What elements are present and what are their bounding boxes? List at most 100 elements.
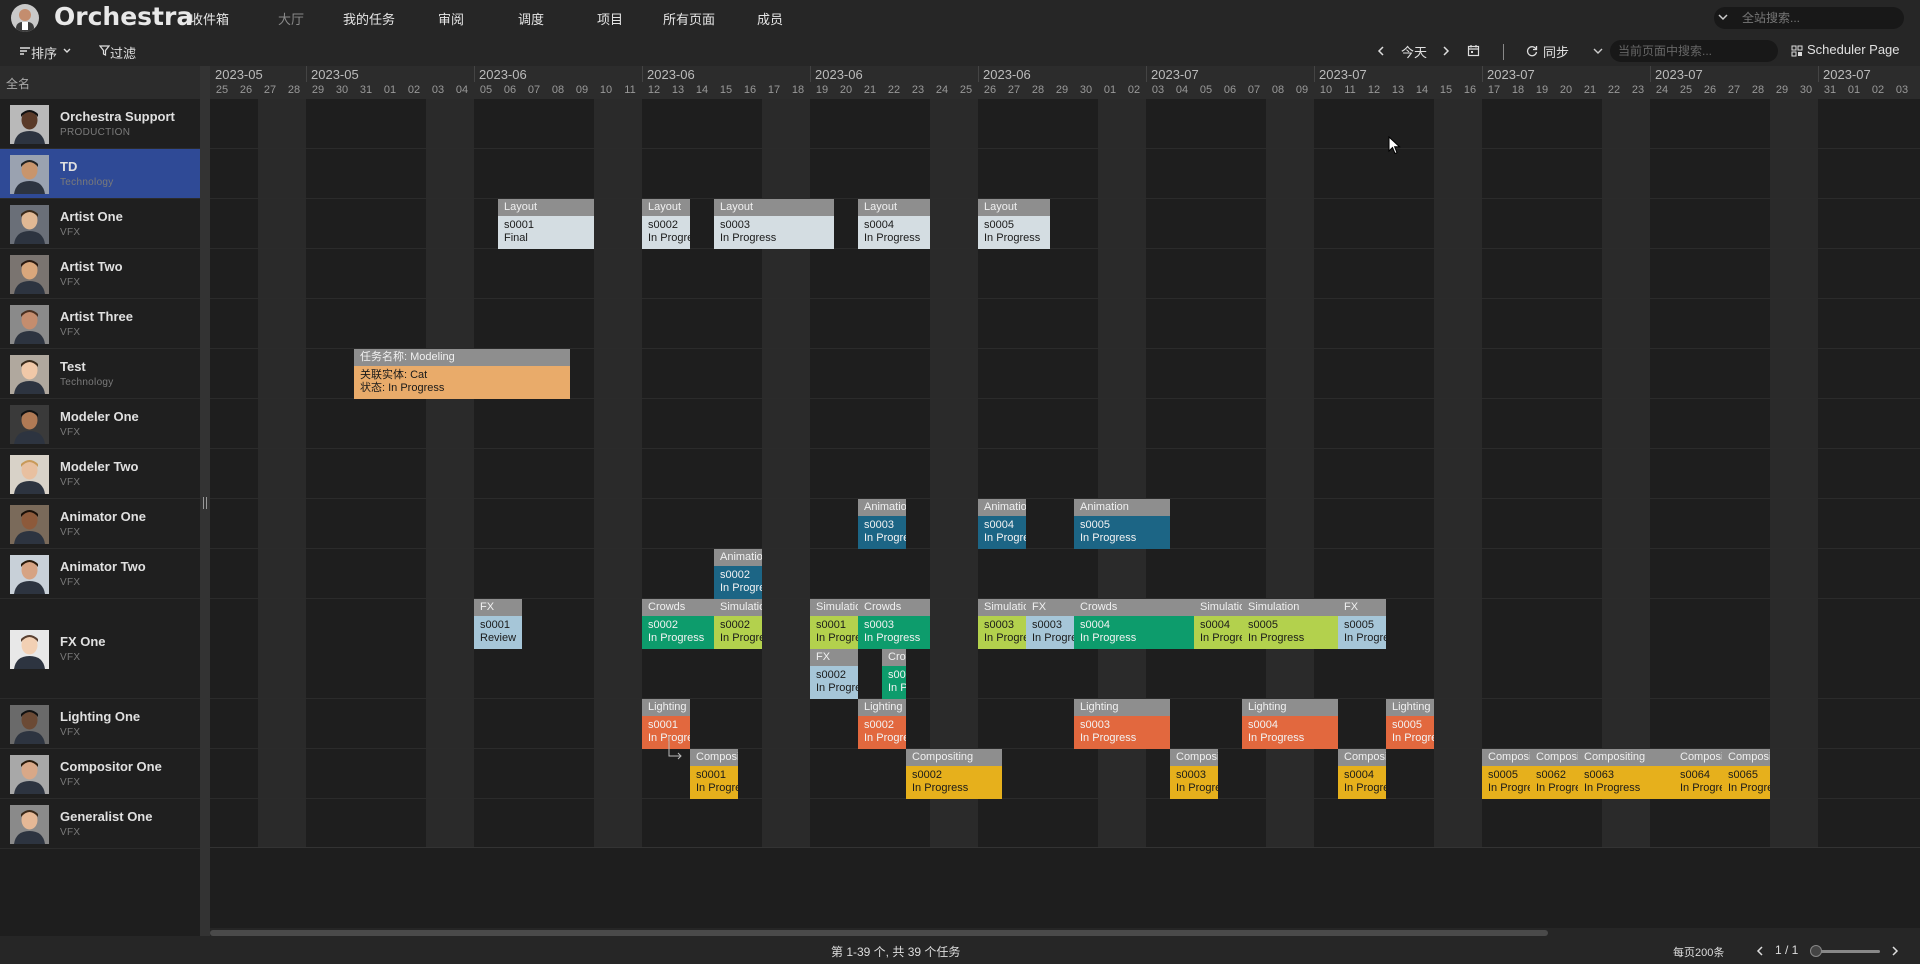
resource-row[interactable]: FX One VFX — [0, 599, 200, 699]
task-status: In Progress — [864, 532, 906, 544]
task-title: Layout — [498, 199, 594, 216]
resource-row[interactable]: Compositor One VFX — [0, 749, 200, 799]
task-bar[interactable]: Compositings0001In Progress — [690, 749, 738, 799]
task-bar[interactable]: Layout s0001 Final — [498, 199, 594, 249]
zoom-slider-handle[interactable] — [1810, 945, 1822, 957]
today-button[interactable]: 今天 — [1401, 42, 1427, 61]
resource-row[interactable]: Modeler One VFX — [0, 399, 200, 449]
task-bar[interactable]: Lighting s0004 In Progress — [1242, 699, 1338, 749]
day-label: 28 — [1031, 84, 1045, 96]
task-bar[interactable]: Layout s0005 In Progress — [978, 199, 1050, 249]
scheduler-page-link[interactable]: Scheduler Page — [1807, 42, 1900, 57]
nav-review[interactable]: 审阅 — [438, 9, 464, 28]
nav-all-pages[interactable]: 所有页面 — [663, 9, 715, 28]
resource-row[interactable]: Animator Two VFX — [0, 549, 200, 599]
task-body: s0003In Progress — [714, 216, 834, 249]
task-bar[interactable]: Animations0003In Progress — [858, 499, 906, 549]
zoom-slider[interactable] — [1812, 950, 1880, 953]
task-bar[interactable]: FXs0003In Progress — [1026, 599, 1074, 649]
task-bar[interactable]: Compositings0062In Progress — [1530, 749, 1578, 799]
prev-page-icon[interactable] — [1754, 945, 1766, 957]
task-bar[interactable]: Simulations0003In Progress — [978, 599, 1026, 649]
resource-row[interactable]: Artist Three VFX — [0, 299, 200, 349]
nav-schedule[interactable]: 调度 — [518, 9, 544, 28]
day-label: 04 — [455, 84, 469, 96]
next-page-icon[interactable] — [1889, 945, 1901, 957]
resource-row[interactable]: Animator One VFX — [0, 499, 200, 549]
task-body: s0064In Progress — [1674, 766, 1722, 799]
sort-button[interactable]: 排序 — [31, 43, 57, 62]
per-page-select[interactable]: 每页200条 — [1673, 944, 1724, 960]
task-bar[interactable]: Crowdss0002In Progress — [642, 599, 714, 649]
task-bar[interactable]: Lighting s0003 In Progress — [1074, 699, 1170, 749]
task-bar[interactable]: Compositings0065In Progress — [1722, 749, 1770, 799]
task-entity: s0005 — [1248, 619, 1278, 631]
name-column-header[interactable]: 全名 — [0, 66, 200, 99]
task-bar[interactable]: Layouts0002In Progress — [642, 199, 690, 249]
task-bar[interactable]: Simulations0001In Progress — [810, 599, 858, 649]
task-bar[interactable]: Compositings0004In Progress — [1338, 749, 1386, 799]
global-search[interactable] — [1714, 7, 1904, 29]
resource-name: Orchestra Support — [60, 108, 175, 124]
app-title[interactable]: Orchestra — [54, 2, 193, 31]
resource-row[interactable]: Test Technology — [0, 349, 200, 399]
calendar-icon[interactable] — [1467, 44, 1480, 57]
task-bar[interactable]: Compositings0064In Progress — [1674, 749, 1722, 799]
task-bar[interactable]: Compositing s0002 In Progress — [906, 749, 1002, 799]
global-search-input[interactable] — [1742, 7, 1898, 29]
sync-button[interactable]: 同步 — [1543, 42, 1569, 61]
nav-my-tasks[interactable]: 我的任务 — [343, 9, 395, 28]
task-bar[interactable]: Compositings0003In Progress — [1170, 749, 1218, 799]
chevron-right-icon[interactable] — [1440, 45, 1452, 57]
scheduler-grid[interactable]: 2023-05 2023-05 2023-06 2023-06 2023-06 2023-… — [210, 66, 1920, 848]
task-bar[interactable]: Crowdss0002In Progress — [882, 649, 906, 699]
task-title: Crowds — [882, 649, 906, 666]
user-avatar[interactable] — [11, 4, 39, 32]
page-search[interactable] — [1610, 40, 1778, 62]
chevron-down-icon[interactable] — [1716, 10, 1730, 24]
resource-row[interactable]: TD Technology — [0, 149, 200, 199]
task-bar[interactable]: Compositings0005In Progress — [1482, 749, 1530, 799]
task-body: s0065In Progress — [1722, 766, 1770, 799]
nav-projects[interactable]: 项目 — [597, 9, 623, 28]
chevron-down-icon[interactable] — [1592, 45, 1604, 57]
resource-row[interactable]: Modeler Two VFX — [0, 449, 200, 499]
task-bar[interactable]: Simulations0004In Progress — [1194, 599, 1242, 649]
nav-inbox[interactable]: 收件箱 — [190, 9, 229, 28]
task-bar[interactable]: Lightings0002In Progress — [858, 699, 906, 749]
task-bar[interactable]: Compositing s0063 In Progress — [1578, 749, 1674, 799]
filter-button[interactable]: 过滤 — [110, 43, 136, 62]
resource-row[interactable]: Generalist One VFX — [0, 799, 200, 849]
nav-lobby[interactable]: 大厅 — [278, 9, 304, 28]
resource-row[interactable]: Artist One VFX — [0, 199, 200, 249]
task-bar[interactable]: Simulations0002In Progress — [714, 599, 762, 649]
task-bar[interactable]: Lightings0005In Progress — [1386, 699, 1434, 749]
day-label: 10 — [1319, 84, 1333, 96]
resource-row[interactable]: Lighting One VFX — [0, 699, 200, 749]
task-bar[interactable]: Animations0002In Progress — [714, 549, 762, 599]
task-entity: s0002 — [648, 219, 678, 231]
nav-members[interactable]: 成员 — [757, 9, 783, 28]
task-bar[interactable]: Layout s0003 In Progress — [714, 199, 834, 249]
task-bar[interactable]: Animations0004In Progress — [978, 499, 1026, 549]
day-label: 27 — [1007, 84, 1021, 96]
resource-row[interactable]: Artist Two VFX — [0, 249, 200, 299]
splitter-grip-icon[interactable] — [203, 497, 207, 509]
mouse-cursor-icon — [1388, 136, 1401, 155]
task-bar[interactable]: Animation s0005 In Progress — [1074, 499, 1170, 549]
page-search-input[interactable] — [1618, 40, 1774, 62]
day-label: 31 — [1823, 84, 1837, 96]
task-status: In Progress — [1080, 532, 1137, 544]
task-bar[interactable]: Crowds s0004 In Progress — [1074, 599, 1194, 649]
weekend-column — [1434, 99, 1482, 848]
task-bar[interactable]: Crowds s0003 In Progress — [858, 599, 930, 649]
chevron-left-icon[interactable] — [1375, 45, 1387, 57]
task-bar[interactable]: FX s0001 Review — [474, 599, 522, 649]
task-bar[interactable]: Simulation s0005 In Progress — [1242, 599, 1338, 649]
task-entity: s0005 — [1392, 719, 1422, 731]
task-bar[interactable]: Layout s0004 In Progress — [858, 199, 930, 249]
task-bar[interactable]: 任务名称: Modeling 关联实体: Cat 状态: In Progress — [354, 349, 570, 399]
resource-row[interactable]: Orchestra Support PRODUCTION — [0, 99, 200, 149]
task-bar[interactable]: FXs0005In Progress — [1338, 599, 1386, 649]
task-bar[interactable]: FXs0002In Progress — [810, 649, 858, 699]
